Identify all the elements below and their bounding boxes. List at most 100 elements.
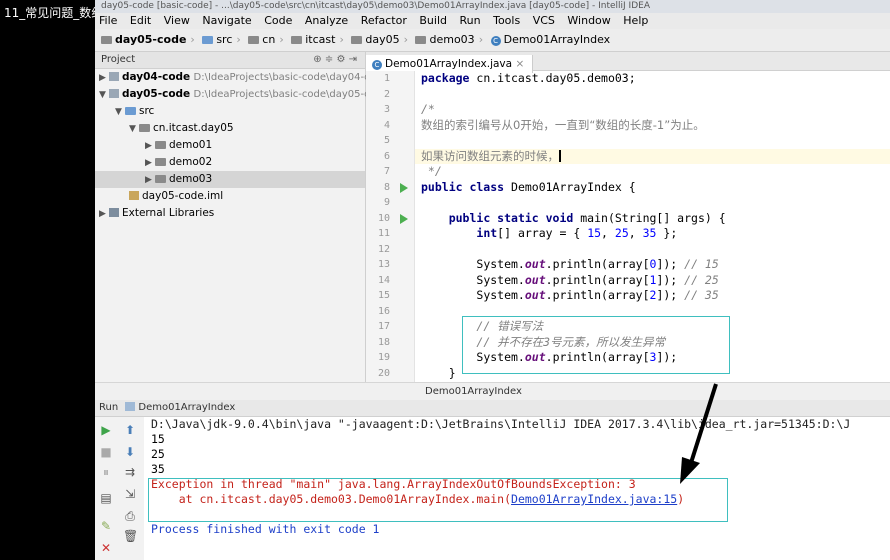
breadcrumb-module[interactable]: day05-code [101, 29, 186, 51]
breadcrumb: day05-code › src › cn › itcast › day05 › demo… [95, 29, 890, 52]
menu-help[interactable]: Help [623, 14, 648, 27]
tree-item-demo03[interactable]: ▶ demo03 [95, 171, 365, 188]
editor-breadcrumb-footer: Demo01ArrayIndex [95, 382, 890, 401]
code-line: System.out.println(array[1]); // 25 [476, 272, 719, 287]
print-icon[interactable]: ⎙ [123, 509, 137, 523]
menu-bar: File Edit View Navigate Code Analyze Ref… [95, 13, 890, 29]
breadcrumb-class[interactable]: C Demo01ArrayIndex [490, 29, 610, 51]
stop-icon[interactable]: ■ [99, 445, 113, 459]
wrap-icon[interactable]: ⇉ [123, 465, 137, 479]
code-line: System.out.println(array[2]); // 35 [476, 288, 719, 302]
close-icon[interactable]: ✕ [99, 541, 113, 555]
tree-item-external-libraries[interactable]: ▶ External Libraries [95, 205, 365, 222]
annotation-box-console [148, 478, 728, 522]
collapse-icon[interactable]: ≑ [325, 54, 333, 65]
run-panel-header: Run Demo01ArrayIndex [95, 400, 890, 417]
up-arrow-icon[interactable]: ⬆ [123, 423, 137, 437]
menu-analyze[interactable]: Analyze [305, 14, 348, 27]
pause-icon[interactable]: ⏸ [99, 465, 113, 479]
menu-tools[interactable]: Tools [493, 14, 520, 27]
code-line: public class Demo01ArrayIndex { [421, 179, 636, 194]
tree-item-day04-code[interactable]: ▶ day04-code D:\IdeaProjects\basic-code\d… [95, 69, 388, 87]
collapsed-arrow-icon[interactable]: ▶ [145, 172, 155, 189]
menu-window[interactable]: Window [567, 14, 610, 27]
package-icon [155, 158, 166, 166]
code-line: */ [421, 164, 442, 178]
line-number: 18 [377, 336, 390, 348]
trash-icon[interactable]: 🗑 [123, 529, 138, 543]
hide-icon[interactable]: ⇥ [349, 54, 357, 65]
menu-vcs[interactable]: VCS [533, 14, 555, 27]
package-icon [155, 175, 166, 183]
line-number: 15 [377, 290, 390, 301]
dump-threads-icon[interactable]: ▤ [99, 491, 113, 505]
folder-icon [101, 36, 112, 44]
code-editor: C Demo01ArrayIndex.java × 1 2 3 4 5 6 7 8… [366, 52, 890, 382]
expanded-arrow-icon[interactable]: ▼ [129, 121, 139, 138]
breadcrumb-day05[interactable]: day05 [351, 29, 400, 51]
line-number: 19 [377, 352, 390, 363]
breadcrumb-cn[interactable]: cn [248, 29, 275, 51]
menu-refactor[interactable]: Refactor [361, 14, 407, 27]
menu-file[interactable]: File [99, 14, 117, 27]
code-line: System.out.println(array[0]); // 15 [476, 257, 719, 271]
target-icon[interactable]: ⊕ [313, 54, 321, 65]
code-line: public static void main(String[] args) { [448, 210, 726, 225]
gear-icon[interactable]: ⚙ [336, 54, 345, 65]
collapsed-arrow-icon[interactable]: ▶ [145, 155, 155, 172]
close-icon[interactable]: × [515, 58, 524, 70]
run-class-icon[interactable] [400, 182, 408, 193]
tree-item-demo01[interactable]: ▶ demo01 [95, 137, 365, 154]
line-number: 17 [377, 321, 390, 332]
console-line: 35 [151, 462, 165, 476]
line-number: 1 [383, 73, 390, 84]
line-number: 20 [377, 367, 390, 379]
menu-edit[interactable]: Edit [130, 14, 151, 27]
line-number: 16 [377, 305, 390, 317]
breadcrumb-itcast[interactable]: itcast [291, 29, 335, 51]
menu-navigate[interactable]: Navigate [202, 14, 251, 27]
folder-icon [202, 36, 214, 44]
collapsed-arrow-icon[interactable]: ▶ [99, 206, 109, 223]
package-icon [155, 141, 166, 149]
line-number: 14 [377, 274, 390, 286]
line-number: 10 [366, 211, 414, 227]
tree-item-day05-code[interactable]: ▼ day05-code D:\IdeaProjects\basic-code\d… [95, 86, 388, 104]
expanded-arrow-icon[interactable]: ▼ [99, 87, 109, 104]
annotation-box-code [462, 316, 730, 374]
menu-view[interactable]: View [164, 14, 190, 27]
down-arrow-icon[interactable]: ⬇ [123, 445, 137, 459]
code-line: package cn.itcast.day05.demo03; [421, 71, 636, 85]
tree-item-demo02[interactable]: ▶ demo02 [95, 154, 365, 171]
pin-icon[interactable]: ✎ [99, 519, 113, 533]
menu-code[interactable]: Code [264, 14, 292, 27]
breadcrumb-src[interactable]: src [202, 29, 232, 51]
ide-window: day05-code [basic-code] - ...\day05-code… [95, 0, 890, 560]
module-icon [109, 72, 119, 81]
tree-item-iml[interactable]: day05-code.iml [95, 188, 365, 205]
line-number: 13 [377, 259, 390, 270]
run-main-icon[interactable] [400, 213, 408, 224]
run-config-icon [125, 402, 136, 411]
line-number: 12 [377, 243, 390, 255]
menu-build[interactable]: Build [419, 14, 447, 27]
line-number: 11 [377, 228, 390, 239]
console-finished: Process finished with exit code 1 [151, 522, 380, 536]
menu-run[interactable]: Run [460, 14, 481, 27]
tree-item-package[interactable]: ▼ cn.itcast.day05 [95, 120, 365, 137]
line-number: 6 [383, 150, 390, 162]
rerun-icon[interactable]: ▶ [99, 423, 113, 437]
collapsed-arrow-icon[interactable]: ▶ [99, 70, 109, 87]
scroll-end-icon[interactable]: ⇲ [123, 487, 137, 501]
collapsed-arrow-icon[interactable]: ▶ [145, 138, 155, 155]
console-line: 25 [151, 447, 165, 461]
run-toolbar: ▶ ⬆ ■ ⬇ ⏸ ⇉ ▤ ⇲ ⎙ ✎ 🗑 ✕ [95, 417, 143, 560]
folder-icon [415, 36, 427, 44]
window-title: day05-code [basic-code] - ...\day05-code… [95, 0, 890, 13]
tree-item-src[interactable]: ▼ src [95, 103, 365, 120]
breadcrumb-demo03[interactable]: demo03 [415, 29, 475, 51]
expanded-arrow-icon[interactable]: ▼ [115, 104, 125, 121]
project-panel-title[interactable]: Project [101, 54, 135, 65]
